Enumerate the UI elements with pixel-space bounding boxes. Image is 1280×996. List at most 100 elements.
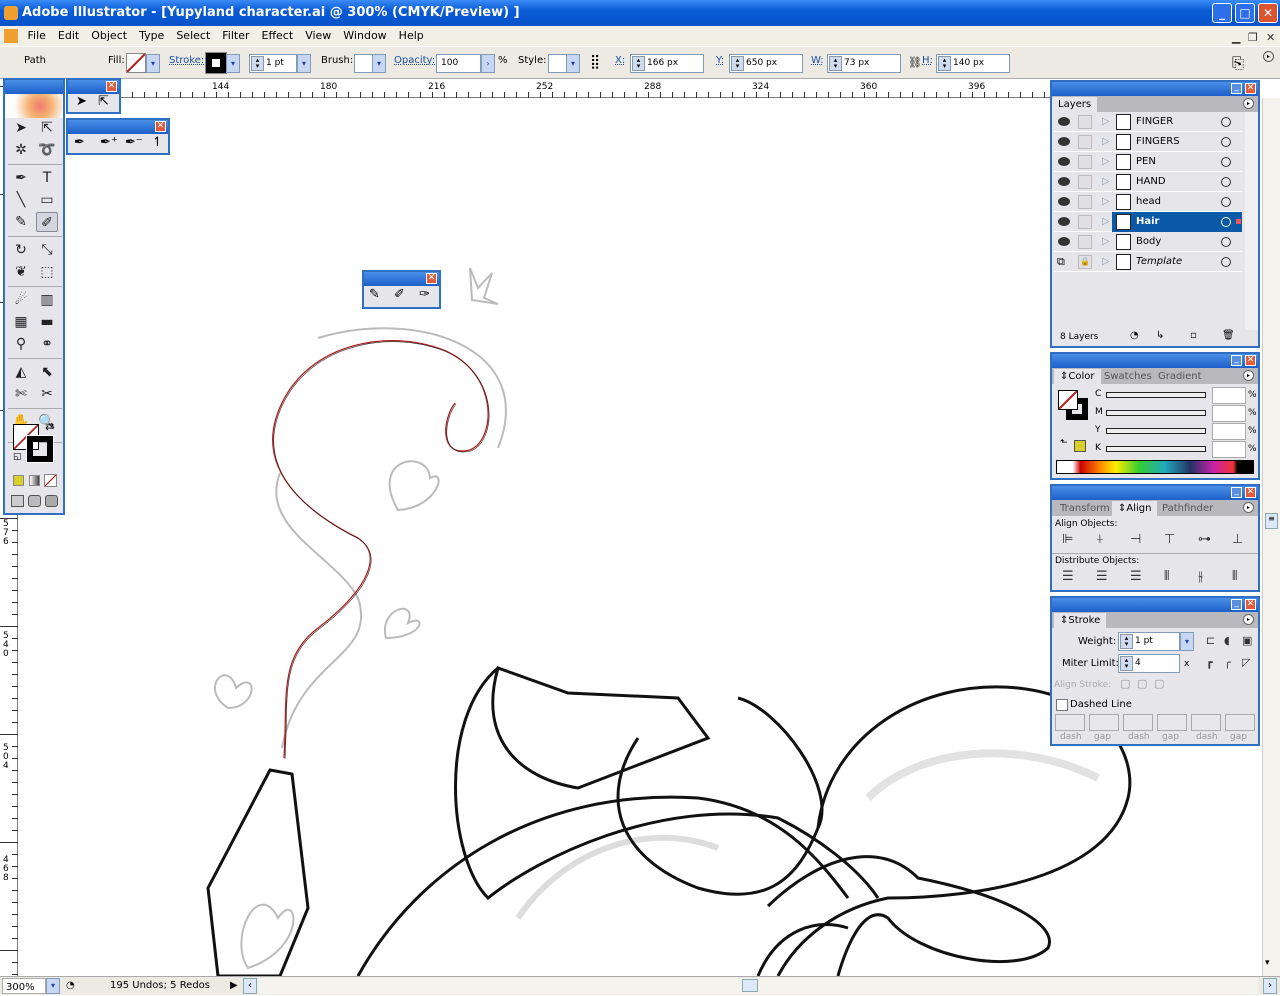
miter-join-icon[interactable]: ┏ [1206, 656, 1213, 669]
layer-name[interactable]: Hair [1136, 212, 1159, 232]
target-circle-icon[interactable] [1221, 197, 1231, 207]
blend-icon[interactable]: ⚭ [36, 334, 58, 354]
color-spectrum-bar[interactable] [1056, 460, 1254, 474]
doc-restore-button[interactable]: ❐ [1248, 28, 1258, 48]
make-clipping-mask-icon[interactable]: ◔ [1130, 330, 1139, 341]
menu-filter[interactable]: Filter [222, 29, 249, 42]
close-icon[interactable]: ✕ [1245, 83, 1256, 94]
target-circle-icon[interactable] [1221, 257, 1231, 267]
pencil-tool-icon[interactable]: ✎ [369, 287, 380, 302]
minimize-icon[interactable]: _ [1231, 355, 1242, 366]
pencil-icon[interactable]: ✐ [36, 212, 58, 232]
create-sublayer-icon[interactable]: ↳ [1156, 330, 1164, 341]
align-bottom-icon[interactable]: ⊥ [1232, 532, 1243, 547]
doc-close-button[interactable]: ✕ [1266, 28, 1275, 48]
gap-field[interactable] [1157, 714, 1187, 731]
fullscreen-menu-mode-icon[interactable] [28, 495, 41, 507]
rotate-icon[interactable]: ↻ [10, 240, 32, 260]
doc-minimize-button[interactable]: ▁ [1232, 28, 1240, 48]
lock-toggle[interactable] [1078, 155, 1092, 169]
stroke-swatch[interactable] [205, 52, 227, 74]
eye-icon[interactable] [1058, 197, 1070, 206]
symbol-sprayer-icon[interactable]: ☄ [10, 290, 32, 310]
tab-pathfinder[interactable]: Pathfinder [1156, 501, 1219, 516]
eye-icon[interactable] [1058, 117, 1070, 126]
close-icon[interactable]: ✕ [155, 121, 166, 132]
lasso-icon[interactable]: ➰ [36, 140, 58, 160]
bevel-join-icon[interactable]: ◸ [1242, 656, 1250, 669]
delete-anchor-point-icon[interactable]: ✒⁻ [125, 135, 143, 150]
warp-icon[interactable]: ❦ [10, 262, 32, 282]
panel-menu-button[interactable]: ▸ [1243, 370, 1254, 381]
panel-menu-button[interactable]: ▸ [1243, 98, 1254, 109]
tab-color[interactable]: ⇕Color [1054, 369, 1101, 384]
minimize-icon[interactable]: _ [1231, 599, 1242, 610]
channel-slider-c[interactable] [1106, 392, 1206, 398]
horizontal-scroll-thumb[interactable] [742, 979, 758, 992]
last-color-swatch[interactable] [1074, 440, 1086, 452]
group-selection-tool-icon[interactable]: ⇱ [98, 94, 109, 109]
graph-icon[interactable]: ▥ [36, 290, 58, 310]
default-colors-icon[interactable]: ◱ [13, 452, 22, 462]
zoom-dropdown[interactable]: ▾ [46, 978, 60, 994]
butt-cap-icon[interactable]: ⊏ [1206, 634, 1215, 647]
eye-icon[interactable] [1058, 157, 1070, 166]
channel-value-c[interactable] [1212, 387, 1246, 404]
align-left-icon[interactable]: ⊫ [1062, 532, 1073, 547]
expand-triangle-icon[interactable]: ▷ [1102, 192, 1110, 212]
swap-colors-icon[interactable]: ⇄ [45, 420, 54, 433]
smooth-tool-icon[interactable]: ✐ [394, 287, 405, 302]
target-circle-icon[interactable] [1221, 117, 1231, 127]
menu-window[interactable]: Window [343, 29, 386, 42]
reference-point-icon[interactable]: ⣿ [590, 55, 600, 69]
fill-dropdown[interactable]: ▾ [146, 54, 160, 73]
path-eraser-tool-icon[interactable]: ✑ [419, 287, 430, 302]
layer-row[interactable]: ▷ FINGER [1054, 112, 1242, 132]
menu-view[interactable]: View [305, 29, 331, 42]
align-stroke-center-icon[interactable]: ▢ [1120, 677, 1130, 690]
free-transform-icon[interactable]: ⬚ [36, 262, 58, 282]
convert-anchor-point-icon[interactable]: ↿ [152, 135, 163, 150]
dash-field[interactable] [1055, 714, 1085, 731]
align-top-icon[interactable]: ⊤ [1164, 532, 1175, 547]
isolate-icon[interactable]: ⎘ [1232, 54, 1244, 72]
eyedropper-icon[interactable]: ⚲ [10, 334, 32, 354]
lock-toggle[interactable] [1078, 135, 1092, 149]
align-stroke-outside-icon[interactable]: ▢ [1154, 677, 1164, 690]
live-paint-selection-icon[interactable]: ⬉ [36, 362, 58, 382]
stroke-color-swatch[interactable] [26, 435, 54, 463]
status-menu-arrow[interactable]: ▶ [230, 977, 238, 994]
horizontal-scrollbar[interactable] [258, 978, 1258, 994]
layer-row[interactable]: ▷ PEN [1054, 152, 1242, 172]
tab-align[interactable]: ⇕Align [1112, 501, 1158, 516]
close-icon[interactable]: ✕ [106, 81, 117, 92]
panel-menu-button[interactable]: ▸ [1243, 614, 1254, 625]
tab-gradient[interactable]: Gradient [1152, 369, 1208, 384]
stroke-weight-input[interactable]: ▴ ▾ 1 pt [249, 54, 297, 73]
layer-name[interactable]: Body [1136, 232, 1161, 252]
miter-limit-field[interactable]: ▴ ▾ 4 [1118, 654, 1180, 673]
tab-swatches[interactable]: Swatches [1098, 369, 1158, 384]
minimize-icon[interactable]: _ [1231, 487, 1242, 498]
round-cap-icon[interactable]: ◖ [1224, 634, 1230, 647]
eye-icon[interactable] [1058, 137, 1070, 146]
distribute-vertical-center-icon[interactable]: ☰ [1096, 569, 1108, 584]
layer-row[interactable]: ▷ Hair [1054, 212, 1242, 232]
layer-name[interactable]: Template [1136, 252, 1182, 272]
close-icon[interactable]: ✕ [426, 273, 437, 284]
add-anchor-point-icon[interactable]: ✒⁺ [100, 135, 118, 150]
layer-name[interactable]: PEN [1136, 152, 1156, 172]
lock-toggle[interactable] [1078, 235, 1092, 249]
channel-slider-y[interactable] [1106, 428, 1206, 434]
dash-field[interactable] [1123, 714, 1153, 731]
dashed-line-checkbox[interactable] [1056, 699, 1068, 711]
none-mode-button[interactable] [44, 474, 57, 487]
layer-name[interactable]: head [1136, 192, 1161, 212]
control-menu-button[interactable]: ▸ [1263, 51, 1274, 62]
gap-field[interactable] [1089, 714, 1119, 731]
color-mode-button[interactable] [13, 475, 24, 486]
status-history[interactable]: 195 Undos; 5 Redos [110, 977, 210, 994]
fill-color-swatch[interactable] [1058, 390, 1078, 410]
close-icon[interactable]: ✕ [1245, 487, 1256, 498]
horizontal-ruler[interactable]: 144 180 216 252 288 324 360 396 [120, 80, 1050, 98]
